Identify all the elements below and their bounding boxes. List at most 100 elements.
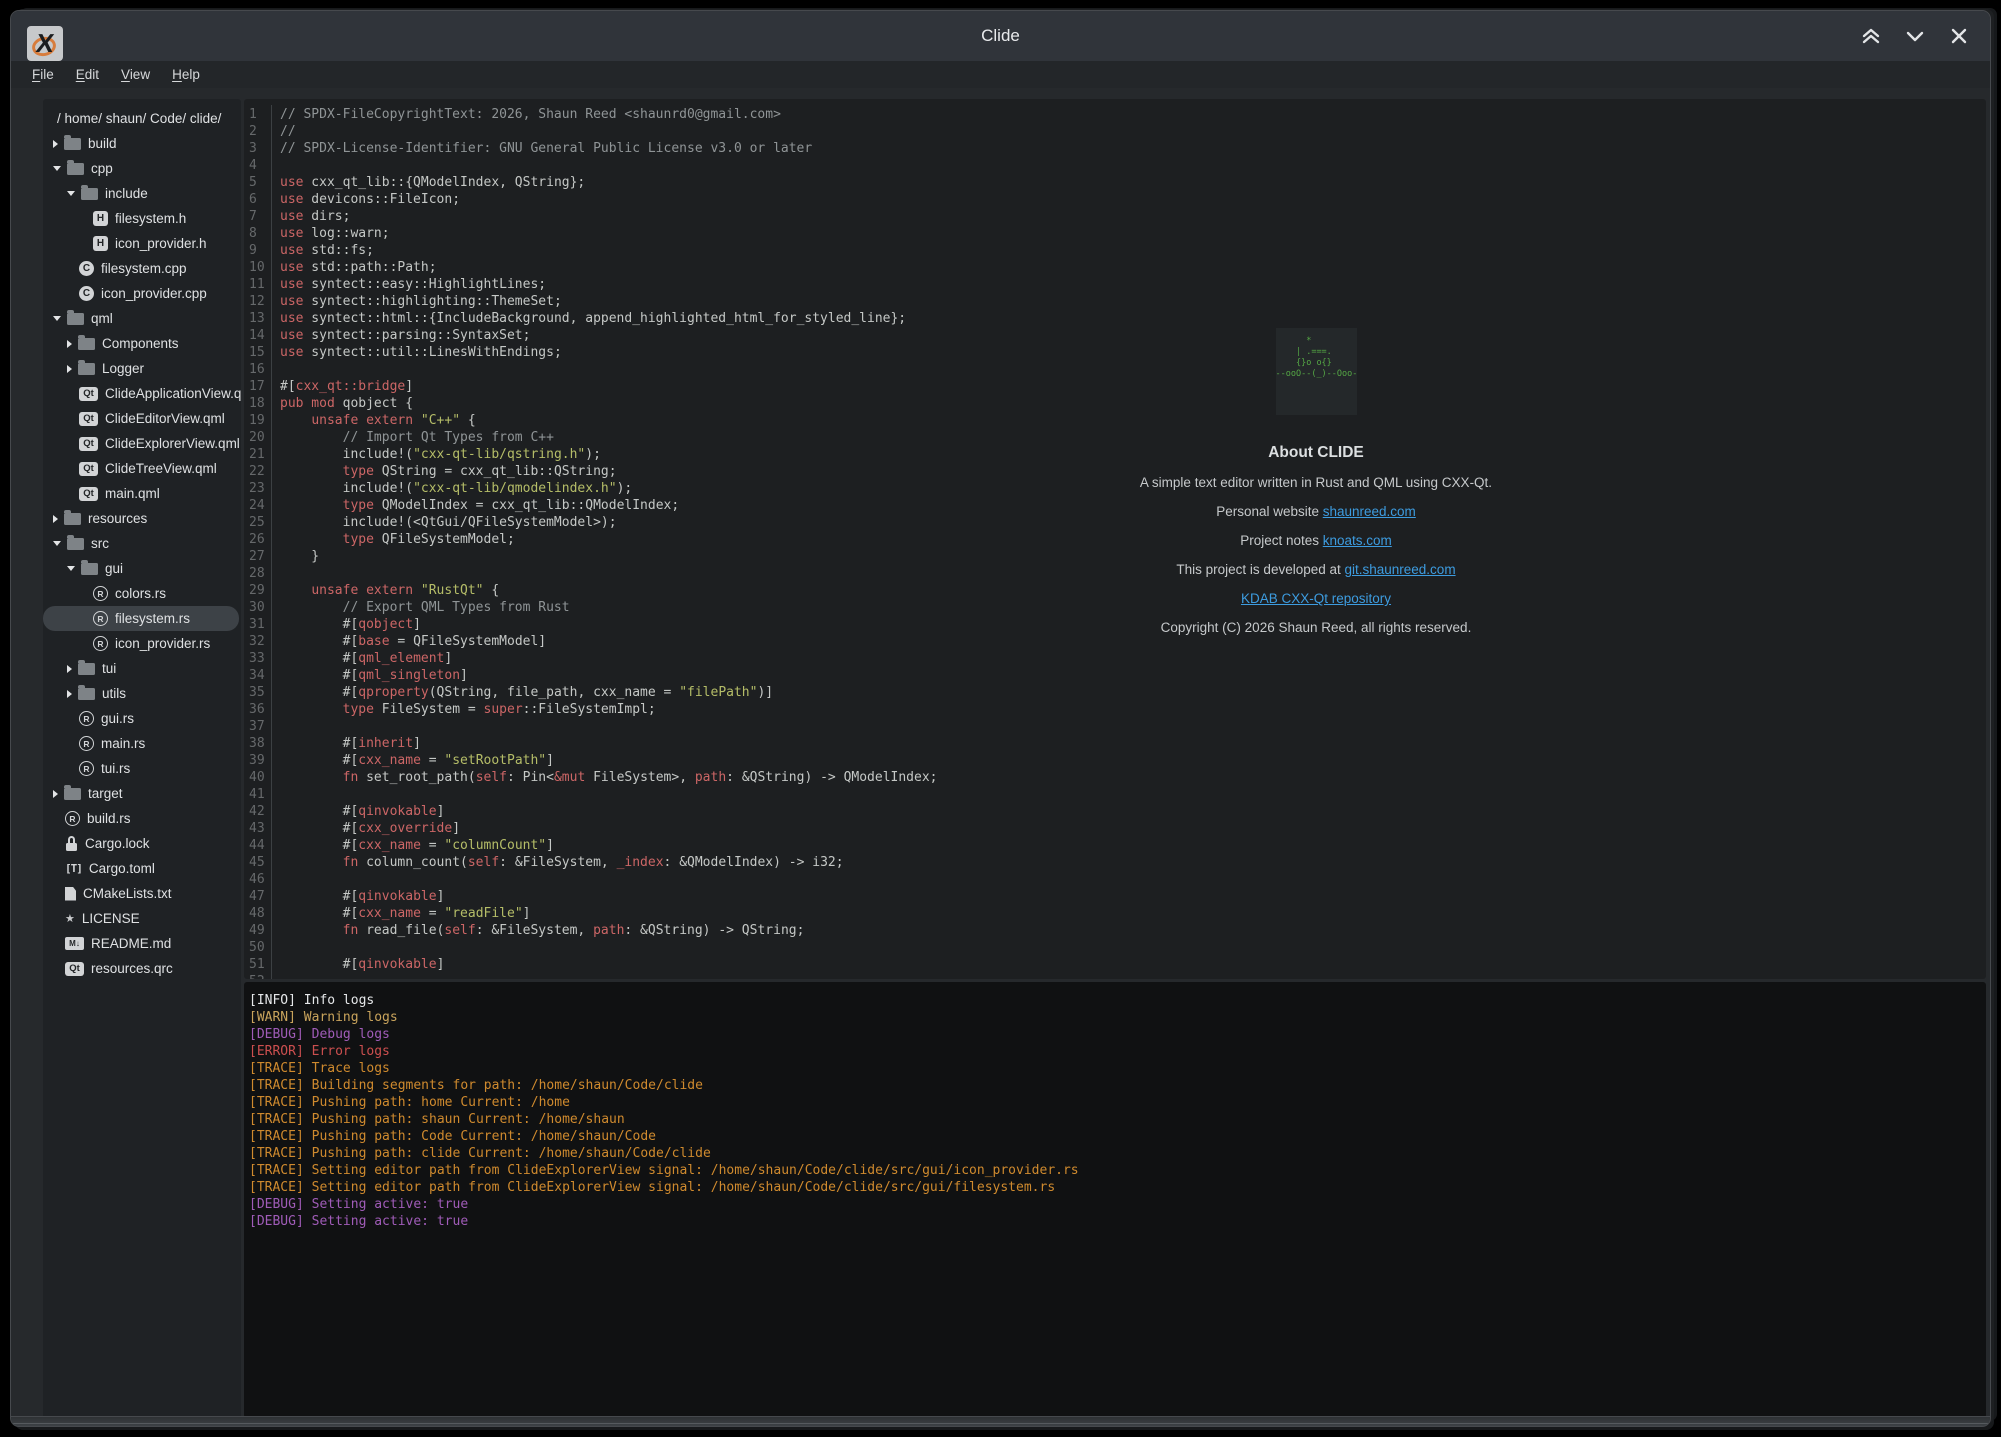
tree-item-cpp[interactable]: cpp	[43, 156, 241, 181]
folder-icon	[78, 663, 95, 675]
tree-item-components[interactable]: Components	[43, 331, 241, 356]
tree-item-clidetreeview-qml[interactable]: QtClideTreeView.qml	[43, 456, 241, 481]
chevron-right-icon[interactable]	[53, 515, 58, 523]
menu-edit[interactable]: Edit	[65, 65, 110, 84]
tree-item-icon-provider-rs[interactable]: Ricon_provider.rs	[43, 631, 241, 656]
unshade-button[interactable]	[1902, 23, 1928, 49]
line-number: 27	[244, 548, 280, 565]
code-text: use std::fs;	[280, 242, 374, 259]
rust-file-icon: R	[79, 711, 94, 726]
tree-item-clideapplicationview-qml[interactable]: QtClideApplicationView.qml	[43, 381, 241, 406]
line-number: 30	[244, 599, 280, 616]
file-tree: / home/ shaun/ Code/ clide/ buildcppincl…	[43, 99, 241, 981]
line-number: 52	[244, 973, 280, 979]
line-number: 35	[244, 684, 280, 701]
tree-item-icon-provider-h[interactable]: Hicon_provider.h	[43, 231, 241, 256]
line-number: 44	[244, 837, 280, 854]
shade-button[interactable]	[1858, 23, 1884, 49]
code-text: use syntect::highlighting::ThemeSet;	[280, 293, 562, 310]
code-line-50: 50	[244, 939, 1986, 956]
tree-item-resources-qrc[interactable]: Qtresources.qrc	[43, 956, 241, 981]
code-text: type QFileSystemModel;	[280, 531, 515, 548]
line-number: 39	[244, 752, 280, 769]
folder-icon	[64, 513, 81, 525]
link-git-shaunreed-com[interactable]: git.shaunreed.com	[1345, 562, 1456, 577]
tree-item-gui-rs[interactable]: Rgui.rs	[43, 706, 241, 731]
lock-file-icon	[65, 836, 78, 851]
tree-item-include[interactable]: include	[43, 181, 241, 206]
tree-item-filesystem-cpp[interactable]: Cfilesystem.cpp	[43, 256, 241, 281]
tree-item-utils[interactable]: utils	[43, 681, 241, 706]
tree-item-license[interactable]: ★LICENSE	[43, 906, 241, 931]
star-file-icon: ★	[65, 912, 75, 925]
link-shaunreed-com[interactable]: shaunreed.com	[1323, 504, 1416, 519]
tree-item-label: build	[88, 136, 117, 151]
tree-item-src[interactable]: src	[43, 531, 241, 556]
tree-item-clideeditorview-qml[interactable]: QtClideEditorView.qml	[43, 406, 241, 431]
rust-file-icon: R	[93, 586, 108, 601]
menu-file[interactable]: File	[21, 65, 65, 84]
chevron-right-icon[interactable]	[53, 790, 58, 798]
chevron-right-icon[interactable]	[67, 340, 72, 348]
tree-item-readme-md[interactable]: M↓README.md	[43, 931, 241, 956]
tree-item-label: resources	[88, 511, 147, 526]
tree-item-build[interactable]: build	[43, 131, 241, 156]
line-number: 48	[244, 905, 280, 922]
code-text: unsafe extern "C++" {	[280, 412, 476, 429]
rust-file-icon: R	[93, 611, 108, 626]
chevron-right-icon[interactable]	[67, 365, 72, 373]
tree-item-colors-rs[interactable]: Rcolors.rs	[43, 581, 241, 606]
line-number: 38	[244, 735, 280, 752]
tree-item-tui-rs[interactable]: Rtui.rs	[43, 756, 241, 781]
tree-item-tui[interactable]: tui	[43, 656, 241, 681]
tree-item-cmakelists-txt[interactable]: CMakeLists.txt	[43, 881, 241, 906]
tree-item-clideexplorerview-qml[interactable]: QtClideExplorerView.qml	[43, 431, 241, 456]
about-row: This project is developed at git.shaunre…	[1116, 562, 1516, 578]
chevron-right-icon[interactable]	[67, 665, 72, 673]
code-text: // Export QML Types from Rust	[280, 599, 570, 616]
tree-item-gui[interactable]: gui	[43, 556, 241, 581]
tree-item-filesystem-h[interactable]: Hfilesystem.h	[43, 206, 241, 231]
folder-icon	[67, 163, 84, 175]
chevron-down-icon[interactable]	[53, 316, 61, 321]
link-kdab-cxx-qt-repository[interactable]: KDAB CXX-Qt repository	[1241, 591, 1391, 606]
code-line-39: 39 #[cxx_name = "setRootPath"]	[244, 752, 1986, 769]
tree-item-logger[interactable]: Logger	[43, 356, 241, 381]
chevron-down-icon[interactable]	[53, 541, 61, 546]
tree-item-resources[interactable]: resources	[43, 506, 241, 531]
link-knoats-com[interactable]: knoats.com	[1323, 533, 1392, 548]
tree-item-build-rs[interactable]: Rbuild.rs	[43, 806, 241, 831]
window-resize-strip[interactable]	[11, 1416, 1990, 1426]
chevron-right-icon[interactable]	[67, 690, 72, 698]
code-text: #[base = QFileSystemModel]	[280, 633, 546, 650]
tree-item-cargo-toml[interactable]: [T]Cargo.toml	[43, 856, 241, 881]
code-text: #[cxx_qt::bridge]	[280, 378, 413, 395]
line-number: 45	[244, 854, 280, 871]
line-number: 13	[244, 310, 280, 327]
cpp-file-icon: C	[79, 286, 94, 301]
code-line-19: 19 unsafe extern "C++" {	[244, 412, 1986, 429]
line-number: 24	[244, 497, 280, 514]
tree-item-main-qml[interactable]: Qtmain.qml	[43, 481, 241, 506]
tree-item-label: ClideTreeView.qml	[105, 461, 217, 476]
chevron-down-icon[interactable]	[67, 191, 75, 196]
tree-item-qml[interactable]: qml	[43, 306, 241, 331]
close-button[interactable]	[1946, 23, 1972, 49]
tree-item-label: target	[88, 786, 123, 801]
tree-item-target[interactable]: target	[43, 781, 241, 806]
chevron-down-icon[interactable]	[67, 566, 75, 571]
menu-help[interactable]: Help	[161, 65, 211, 84]
code-line-12: 12use syntect::highlighting::ThemeSet;	[244, 293, 1986, 310]
tree-item-filesystem-rs[interactable]: Rfilesystem.rs	[43, 606, 239, 631]
code-editor[interactable]: 1// SPDX-FileCopyrightText: 2026, Shaun …	[244, 99, 1986, 979]
menu-view[interactable]: View	[110, 65, 161, 84]
folder-icon	[78, 688, 95, 700]
code-line-11: 11use syntect::easy::HighlightLines;	[244, 276, 1986, 293]
tree-item-icon-provider-cpp[interactable]: Cicon_provider.cpp	[43, 281, 241, 306]
tree-item-cargo-lock[interactable]: Cargo.lock	[43, 831, 241, 856]
line-number: 7	[244, 208, 280, 225]
tree-item-main-rs[interactable]: Rmain.rs	[43, 731, 241, 756]
tree-item-label: Logger	[102, 361, 144, 376]
chevron-right-icon[interactable]	[53, 140, 58, 148]
chevron-down-icon[interactable]	[53, 166, 61, 171]
